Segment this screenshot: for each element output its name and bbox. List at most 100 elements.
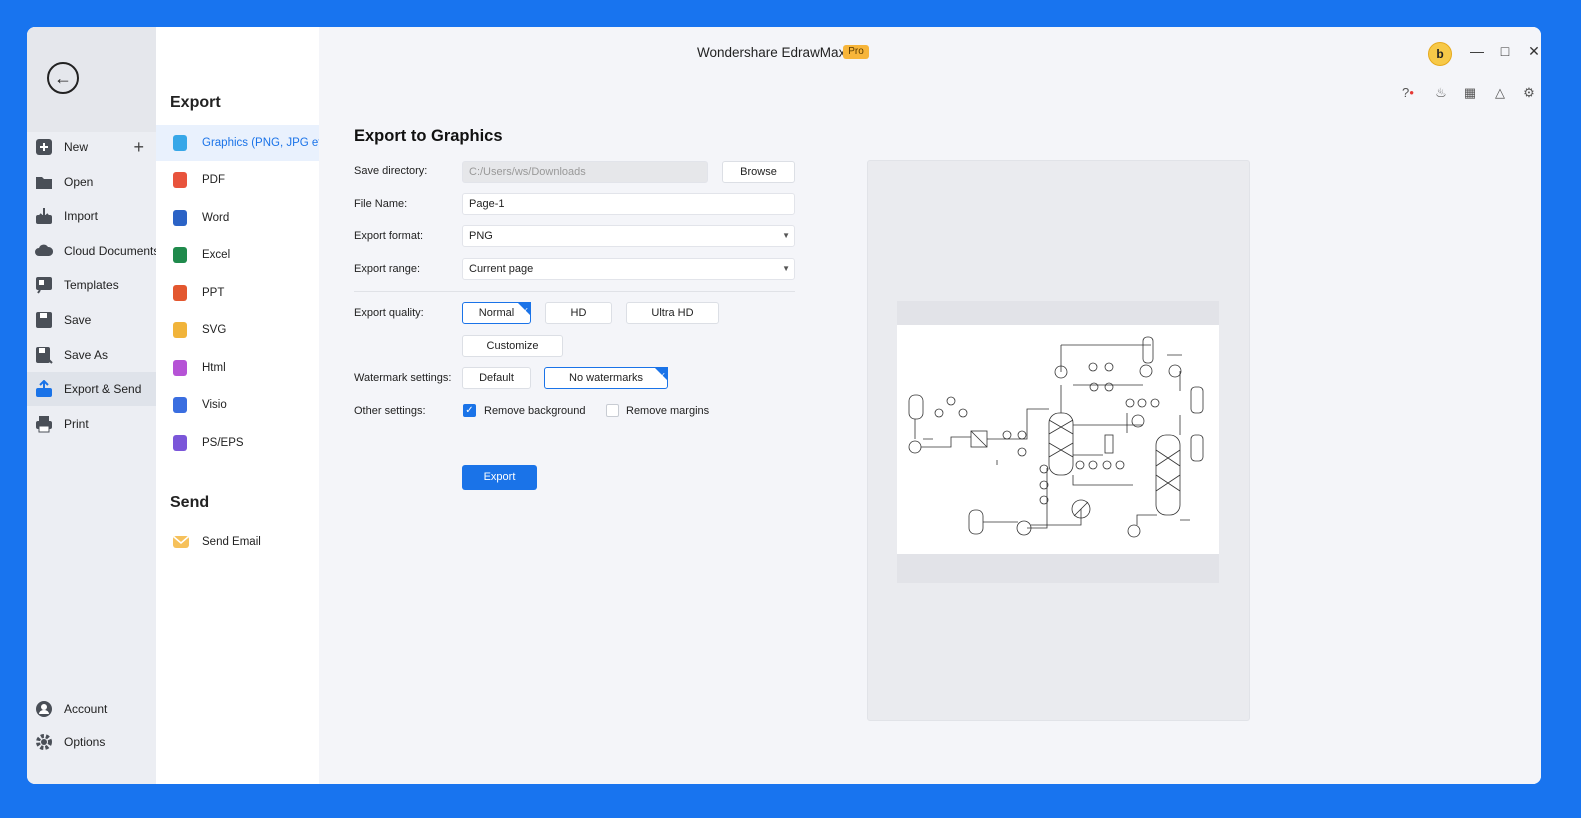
app-window: ← New + Open Import Cloud Documents Temp… xyxy=(27,27,1541,784)
ppt-file-icon xyxy=(173,285,187,301)
nav-item-open[interactable]: Open xyxy=(27,165,156,199)
browse-button[interactable]: Browse xyxy=(722,161,795,183)
nav-item-save[interactable]: Save xyxy=(27,303,156,337)
nav-item-label: Save xyxy=(64,313,92,327)
export-button[interactable]: Export xyxy=(462,465,537,490)
format-item-graphics[interactable]: Graphics (PNG, JPG et... xyxy=(156,125,331,161)
watermark-none-button[interactable]: No watermarks ✓ xyxy=(544,367,668,389)
format-item-ps-eps[interactable]: PS/EPS xyxy=(156,425,319,461)
export-range-select[interactable]: Current page ▼ xyxy=(462,258,795,280)
quality-ultra-hd-button[interactable]: Ultra HD xyxy=(626,302,719,324)
format-item-label: SVG xyxy=(202,324,227,336)
export-quality-label: Export quality: xyxy=(354,307,424,319)
import-icon xyxy=(36,208,52,224)
nav-item-label: Import xyxy=(64,209,99,223)
format-item-word[interactable]: Word xyxy=(156,200,319,236)
save-directory-label: Save directory: xyxy=(354,165,428,177)
nav-item-label: Templates xyxy=(64,278,119,292)
back-area: ← xyxy=(27,27,156,132)
file-name-input[interactable]: Page-1 xyxy=(462,193,795,215)
nav-item-cloud-documents[interactable]: Cloud Documents xyxy=(27,234,159,268)
avatar[interactable]: b xyxy=(1428,42,1452,66)
nav-item-label: Export & Send xyxy=(64,382,142,396)
send-section-title: Send xyxy=(170,494,210,511)
preview-image xyxy=(897,325,1219,554)
nav-item-templates[interactable]: Templates xyxy=(27,268,156,302)
close-icon[interactable]: ✕ xyxy=(1524,41,1541,61)
nav-item-new[interactable]: New + xyxy=(27,130,156,164)
plus-icon[interactable]: + xyxy=(133,137,144,158)
arrow-left-icon: ← xyxy=(54,68,72,88)
remove-margins-label: Remove margins xyxy=(626,405,710,417)
format-item-label: Word xyxy=(202,212,230,224)
ps-eps-file-icon xyxy=(173,435,187,451)
main-panel: Wondershare EdrawMax Pro b — □ ✕ ?● ♨ ▦ … xyxy=(319,27,1541,784)
quality-normal-button[interactable]: Normal ✓ xyxy=(462,302,531,324)
watermark-default-button[interactable]: Default xyxy=(462,367,531,389)
nav-item-label: Account xyxy=(64,702,108,716)
export-format-select[interactable]: PNG ▼ xyxy=(462,225,795,247)
nav-item-account[interactable]: Account xyxy=(27,692,156,726)
export-range-value: Current page xyxy=(469,263,534,275)
remove-background-checkbox[interactable]: ✓ xyxy=(463,404,476,417)
pdf-file-icon xyxy=(173,172,187,188)
back-button[interactable]: ← xyxy=(47,62,79,94)
page-title: Export to Graphics xyxy=(354,127,503,145)
export-format-label: Export format: xyxy=(354,230,424,242)
format-item-ppt[interactable]: PPT xyxy=(156,275,319,311)
quality-option-label: Normal xyxy=(478,307,515,319)
nav-item-label: Open xyxy=(64,175,94,189)
gear-icon xyxy=(36,734,52,750)
print-icon xyxy=(36,416,52,433)
send-item-email[interactable]: Send Email xyxy=(156,524,319,560)
format-item-html[interactable]: Html xyxy=(156,350,319,386)
format-item-label: Excel xyxy=(202,249,231,261)
nav-item-label: New xyxy=(64,140,89,154)
save-as-icon xyxy=(36,347,53,364)
format-item-pdf[interactable]: PDF xyxy=(156,162,319,198)
format-item-label: Html xyxy=(202,362,226,374)
export-format-value: PNG xyxy=(469,230,493,242)
format-item-excel[interactable]: Excel xyxy=(156,237,319,273)
check-icon: ✓ xyxy=(465,405,474,416)
format-item-label: PDF xyxy=(202,174,225,186)
pro-badge: Pro xyxy=(843,45,869,59)
save-directory-field: C:/Users/ws/Downloads xyxy=(462,161,708,183)
graphics-file-icon xyxy=(173,135,187,151)
apps-icon[interactable]: ▦ xyxy=(1459,85,1481,101)
nav-item-label: Print xyxy=(64,417,89,431)
other-settings-label: Other settings: xyxy=(354,405,426,417)
folder-icon xyxy=(36,177,52,189)
quality-hd-button[interactable]: HD xyxy=(545,302,612,324)
divider xyxy=(354,291,795,292)
format-item-label: Graphics (PNG, JPG et... xyxy=(202,137,332,149)
help-icon[interactable]: ?● xyxy=(1397,85,1419,101)
export-range-label: Export range: xyxy=(354,263,421,275)
quality-customize-button[interactable]: Customize xyxy=(462,335,563,357)
nav-item-import[interactable]: Import xyxy=(27,199,156,233)
format-item-visio[interactable]: Visio xyxy=(156,387,319,423)
nav-item-export-send[interactable]: Export & Send xyxy=(27,372,156,406)
nav-item-options[interactable]: Options xyxy=(27,725,156,759)
watermark-option-label: No watermarks xyxy=(569,372,643,384)
chevron-down-icon: ▼ xyxy=(782,231,790,240)
mail-icon xyxy=(173,536,189,548)
minimize-icon[interactable]: — xyxy=(1467,41,1487,61)
file-name-label: File Name: xyxy=(354,198,408,210)
nav-item-save-as[interactable]: Save As xyxy=(27,338,156,372)
export-icon xyxy=(36,380,52,397)
format-item-svg[interactable]: SVG xyxy=(156,312,319,348)
bell-icon[interactable]: ♨ xyxy=(1430,85,1452,101)
excel-file-icon xyxy=(173,247,187,263)
check-icon: ✓ xyxy=(659,371,666,380)
maximize-icon[interactable]: □ xyxy=(1495,41,1515,61)
format-item-label: PS/EPS xyxy=(202,437,244,449)
shirt-icon[interactable]: △ xyxy=(1489,85,1511,101)
app-title: Wondershare EdrawMax xyxy=(697,45,846,60)
html-file-icon xyxy=(173,360,187,376)
gear-icon[interactable]: ⚙ xyxy=(1518,85,1540,101)
nav-item-print[interactable]: Print xyxy=(27,407,156,441)
watermark-label: Watermark settings: xyxy=(354,372,452,384)
remove-margins-checkbox[interactable] xyxy=(606,404,619,417)
new-icon xyxy=(36,139,52,155)
